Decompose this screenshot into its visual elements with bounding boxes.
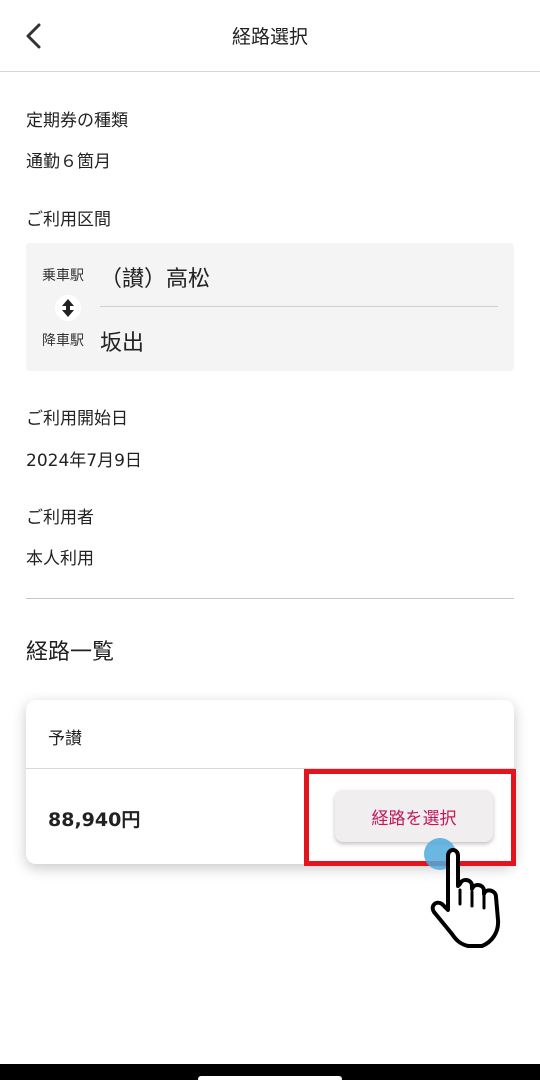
swap-vertical-icon bbox=[55, 295, 81, 321]
route-price: 88,940円 bbox=[48, 809, 141, 831]
station-divider bbox=[100, 306, 498, 307]
pass-type-label: 定期券の種類 bbox=[26, 111, 128, 131]
app-header: 経路選択 bbox=[0, 0, 540, 72]
pass-type-value: 通勤６箇月 bbox=[26, 152, 111, 172]
user-value: 本人利用 bbox=[26, 549, 94, 569]
page-title: 経路選択 bbox=[231, 26, 308, 48]
section-label: ご利用区間 bbox=[26, 210, 111, 230]
start-date-label: ご利用開始日 bbox=[26, 409, 128, 429]
section-box: 乗車駅 （讃）高松 降車駅 坂出 bbox=[26, 243, 514, 371]
pointing-hand-icon bbox=[430, 848, 501, 948]
alighting-station-name: 坂出 bbox=[100, 331, 145, 356]
user-label: ご利用者 bbox=[26, 508, 94, 528]
home-handle[interactable] bbox=[198, 1076, 342, 1080]
start-date-value: 2024年7月9日 bbox=[26, 451, 142, 471]
boarding-station-label: 乗車駅 bbox=[42, 268, 84, 284]
route-name: 予讃 bbox=[48, 729, 82, 749]
route-list-title: 経路一覧 bbox=[26, 640, 115, 665]
section-divider bbox=[26, 598, 514, 599]
alighting-station-label: 降車駅 bbox=[42, 333, 84, 349]
boarding-station-name: （讃）高松 bbox=[100, 267, 211, 292]
